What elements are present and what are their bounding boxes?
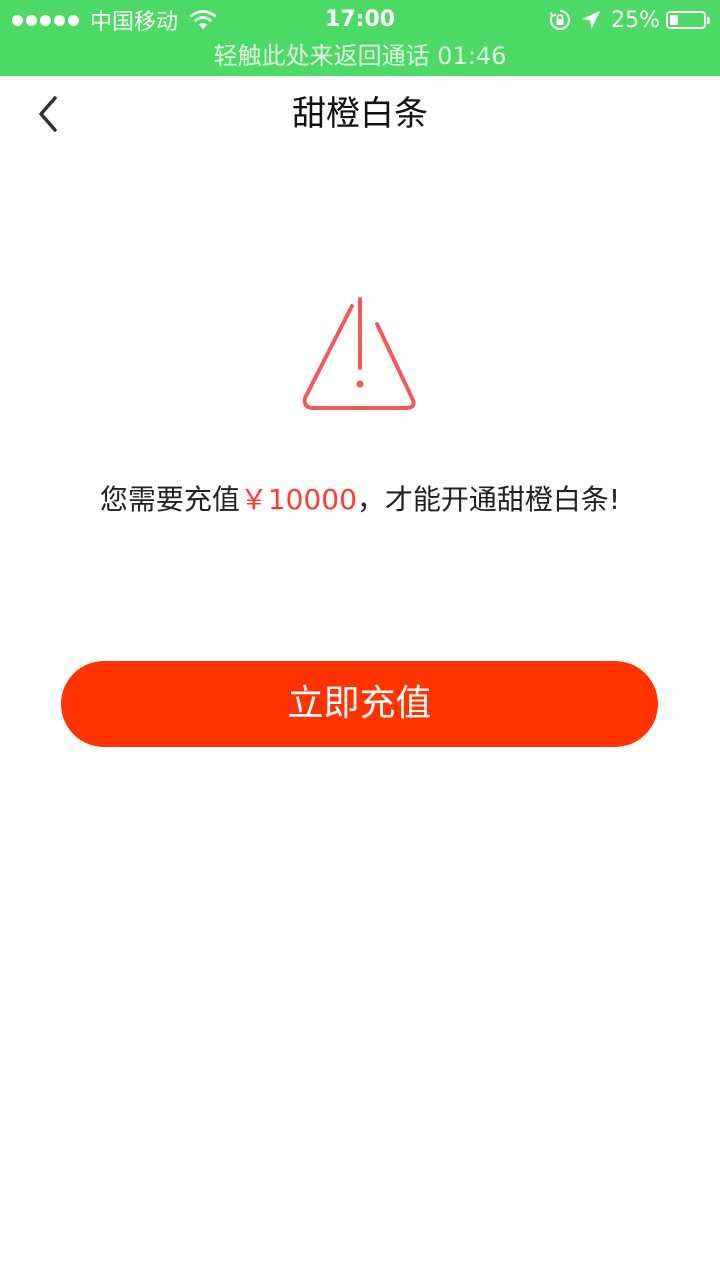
warning-triangle-icon	[302, 297, 416, 410]
status-bar: 中国移动 17:00 25% 轻触此处来返回通话 01:46	[0, 0, 720, 76]
recharge-now-button[interactable]: 立即充值	[61, 661, 658, 747]
orientation-lock-icon	[549, 10, 571, 30]
status-row: 中国移动 17:00 25%	[0, 0, 720, 38]
return-to-call-banner[interactable]: 轻触此处来返回通话 01:46	[0, 38, 720, 74]
chevron-left-icon	[39, 96, 57, 132]
page-title: 甜橙白条	[292, 94, 428, 134]
message-prefix: 您需要充值	[99, 483, 240, 516]
battery-tip	[707, 17, 710, 24]
battery-icon	[666, 11, 710, 29]
status-right: 25%	[549, 6, 710, 34]
battery-percent: 25%	[611, 7, 660, 33]
nav-bar: 甜橙白条	[0, 76, 720, 152]
battery-fill	[670, 15, 678, 25]
message-suffix: ，才能开通甜橙白条!	[356, 483, 621, 516]
back-button[interactable]	[22, 86, 74, 142]
required-amount: ￥10000	[239, 483, 357, 516]
recharge-requirement-message: 您需要充值￥10000，才能开通甜橙白条!	[0, 478, 720, 522]
location-arrow-icon	[582, 11, 601, 29]
